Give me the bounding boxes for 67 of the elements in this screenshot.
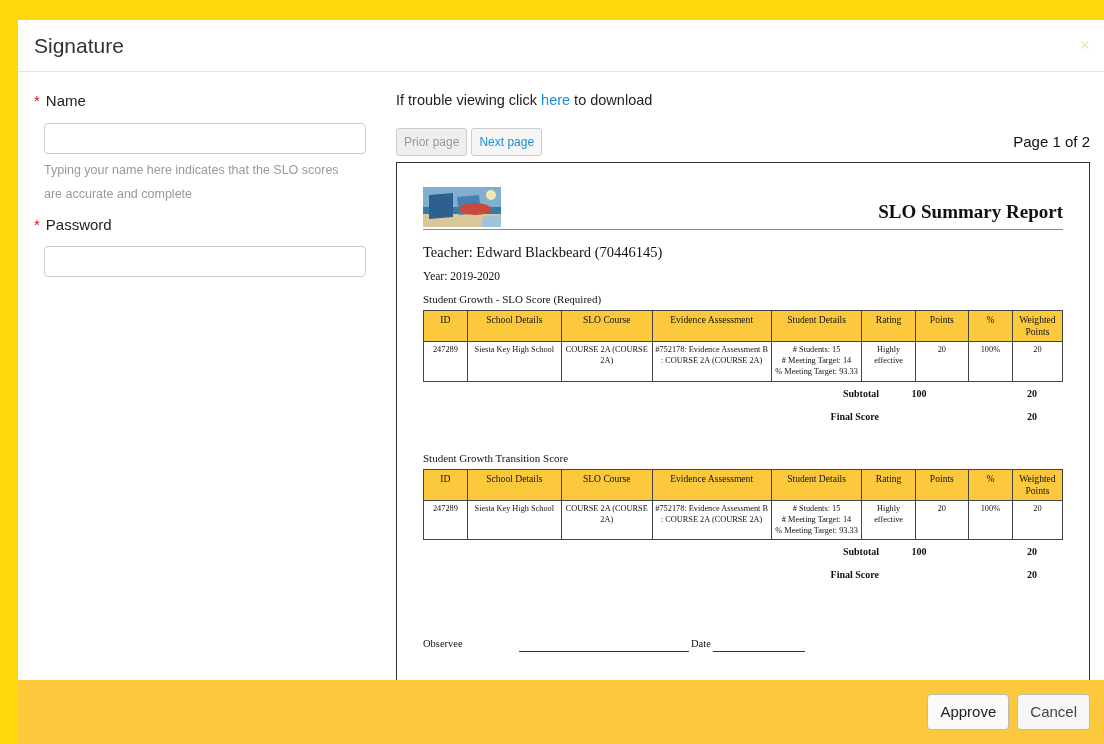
cancel-button[interactable]: Cancel (1017, 693, 1090, 731)
column-header: School Details (467, 469, 562, 501)
column-header: Student Details (771, 310, 862, 342)
column-header: SLO Course (561, 469, 653, 501)
table-cell: 100% (968, 341, 1013, 382)
next-page-button[interactable]: Next page (471, 127, 543, 156)
table-cell: Highly effective (862, 341, 916, 382)
column-header: Evidence Assessment (652, 310, 772, 342)
report-title: SLO Summary Report (878, 200, 1063, 225)
field-label: Password (45, 214, 112, 235)
page-indicator: Page 1 of 2 (1013, 131, 1090, 152)
table-cell: 247289 (423, 500, 468, 540)
table-cell: 20 (915, 500, 969, 540)
table-cell: 20 (915, 341, 969, 382)
subtotal-points: 100 (910, 545, 928, 560)
column-header: SLO Course (561, 310, 653, 342)
approve-button[interactable]: Approve (927, 693, 1010, 731)
section-heading: Student Growth Transition Score (423, 450, 570, 466)
column-header: School Details (467, 310, 562, 342)
date-label: Date (691, 637, 711, 652)
password-field[interactable] (44, 246, 366, 277)
subtotal-weighted: 20 (1026, 545, 1038, 560)
final-score-value: 20 (1026, 409, 1038, 424)
subtotal-weighted: 20 (1026, 386, 1038, 401)
column-header: % (968, 469, 1013, 501)
table-cell: # Students: 15 # Meeting Target: 14 % Meeting Target: 93.33 (771, 500, 862, 540)
table-cell: Highly effective (862, 500, 916, 540)
table-cell: # Students: 15 # Meeting Target: 14 % Meeting Target: 93.33 (771, 341, 862, 382)
table-cell: #752178: Evidence Assessment B : COURSE 2A (COURSE 2A) (652, 341, 772, 382)
column-header: ID (423, 310, 468, 342)
download-link[interactable]: here (541, 92, 571, 108)
field-label: Name (45, 91, 86, 111)
final-score-label: Final Score (829, 409, 879, 424)
help-text: Typing your name here indicates that the SLO scores are accurate and complete (44, 161, 340, 203)
download-notice: If trouble viewing click here to download (396, 91, 654, 110)
subtotal-label: Subtotal (841, 386, 879, 401)
table-cell: Siesta Key High School (467, 500, 562, 540)
column-header: Weighted Points (1012, 310, 1063, 342)
required-mark: * (34, 214, 40, 235)
name-field[interactable] (44, 122, 366, 154)
table-cell: 20 (1012, 500, 1063, 540)
final-score-label: Final Score (829, 568, 879, 583)
required-mark: * (34, 91, 40, 111)
column-header: Weighted Points (1012, 469, 1063, 501)
dialog-title: Signature (34, 32, 124, 59)
column-header: % (968, 310, 1013, 342)
observee-label: Observee (423, 637, 464, 652)
column-header: Points (915, 469, 969, 501)
table-cell: 20 (1012, 341, 1063, 382)
table-cell: #752178: Evidence Assessment B : COURSE 2A (COURSE 2A) (652, 500, 772, 540)
column-header: ID (423, 469, 468, 501)
section-heading: Student Growth - SLO Score (Required) (423, 291, 603, 307)
subtotal-label: Subtotal (841, 545, 879, 560)
column-header: Rating (862, 310, 916, 342)
column-header: Evidence Assessment (652, 469, 772, 501)
table-cell: 247289 (423, 341, 468, 382)
table-cell: 100% (968, 500, 1013, 540)
column-header: Student Details (771, 469, 862, 501)
column-header: Points (915, 310, 969, 342)
column-header: Rating (862, 469, 916, 501)
table-cell: COURSE 2A (COURSE 2A) (561, 341, 653, 382)
table-cell: Siesta Key High School (467, 341, 562, 382)
table-cell: COURSE 2A (COURSE 2A) (561, 500, 653, 540)
final-score-value: 20 (1026, 568, 1038, 583)
teacher-name: Teacher: Edward Blackbeard (70446145) (423, 242, 664, 262)
report-year: Year: 2019-2020 (423, 268, 502, 284)
subtotal-points: 100 (910, 386, 928, 401)
